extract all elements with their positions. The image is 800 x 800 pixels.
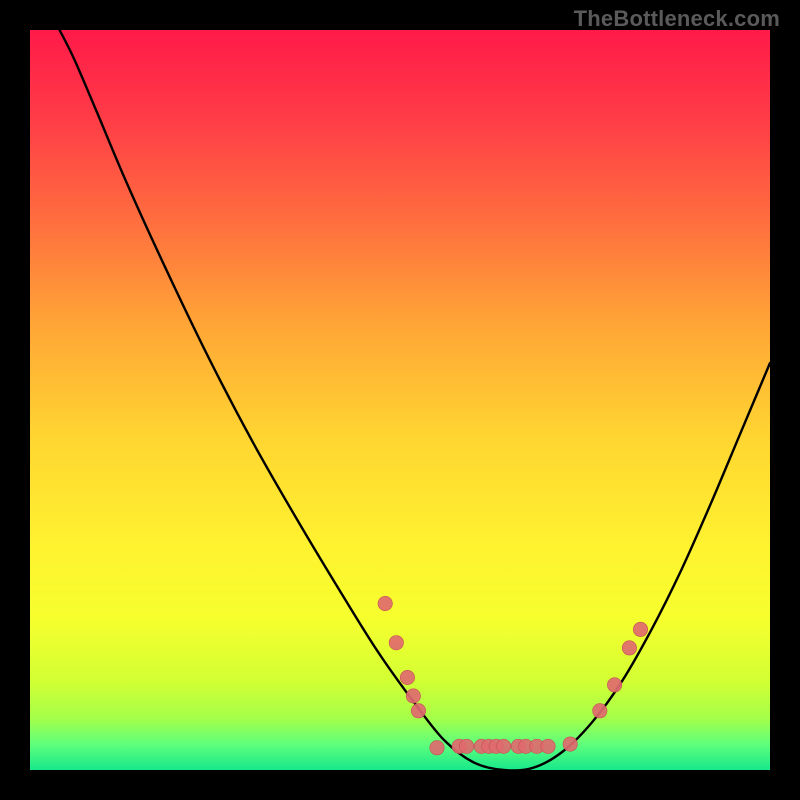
data-marker: [593, 704, 607, 718]
data-marker: [406, 689, 420, 703]
watermark-text: TheBottleneck.com: [574, 6, 780, 32]
data-marker: [430, 741, 444, 755]
data-marker: [389, 636, 403, 650]
data-marker: [378, 596, 392, 610]
bottleneck-chart: [30, 30, 770, 770]
data-marker: [633, 622, 647, 636]
data-marker: [459, 739, 473, 753]
data-marker: [607, 678, 621, 692]
data-marker: [400, 670, 414, 684]
data-marker: [496, 739, 510, 753]
chart-canvas: [30, 30, 770, 770]
data-marker: [622, 641, 636, 655]
data-marker: [541, 739, 555, 753]
gradient-background: [30, 30, 770, 770]
data-marker: [563, 737, 577, 751]
data-marker: [411, 704, 425, 718]
